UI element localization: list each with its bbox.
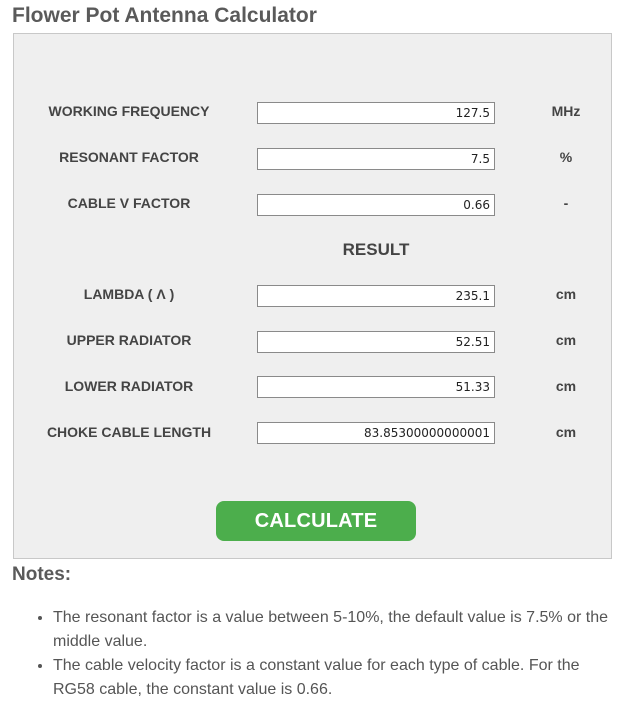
result-heading: RESULT [342,240,410,259]
page-title: Flower Pot Antenna Calculator [12,4,317,27]
resonant-factor-label: RESONANT FACTOR [59,149,199,165]
lower-radiator-output[interactable] [257,376,495,398]
upper-radiator-output[interactable] [257,331,495,353]
lower-radiator-label: LOWER RADIATOR [64,378,194,394]
working-frequency-label: WORKING FREQUENCY [48,103,210,119]
notes-list: The resonant factor is a value between 5… [12,606,617,702]
choke-cable-length-label: CHOKE CABLE LENGTH [46,424,212,440]
upper-radiator-label: UPPER RADIATOR [66,332,192,348]
resonant-factor-unit: % [559,149,573,165]
working-frequency-unit: MHz [551,103,581,119]
lower-radiator-unit: cm [555,378,577,394]
cable-v-factor-label: CABLE V FACTOR [67,195,191,211]
choke-cable-length-output[interactable] [257,422,495,444]
note-item: The cable velocity factor is a constant … [53,654,617,702]
note-item: The resonant factor is a value between 5… [53,606,617,654]
lambda-label: LAMBDA ( Λ ) [83,286,175,302]
cable-v-factor-input[interactable] [257,194,495,216]
upper-radiator-unit: cm [555,332,577,348]
cable-v-factor-unit: - [563,195,569,211]
lambda-output[interactable] [257,285,495,307]
working-frequency-input[interactable] [257,102,495,124]
calculator-panel: WORKING FREQUENCY MHz RESONANT FACTOR % … [13,33,612,559]
calculate-button[interactable]: CALCULATE [216,501,416,541]
notes-title: Notes: [12,564,72,585]
lambda-unit: cm [555,286,577,302]
resonant-factor-input[interactable] [257,148,495,170]
choke-cable-length-unit: cm [555,424,577,440]
